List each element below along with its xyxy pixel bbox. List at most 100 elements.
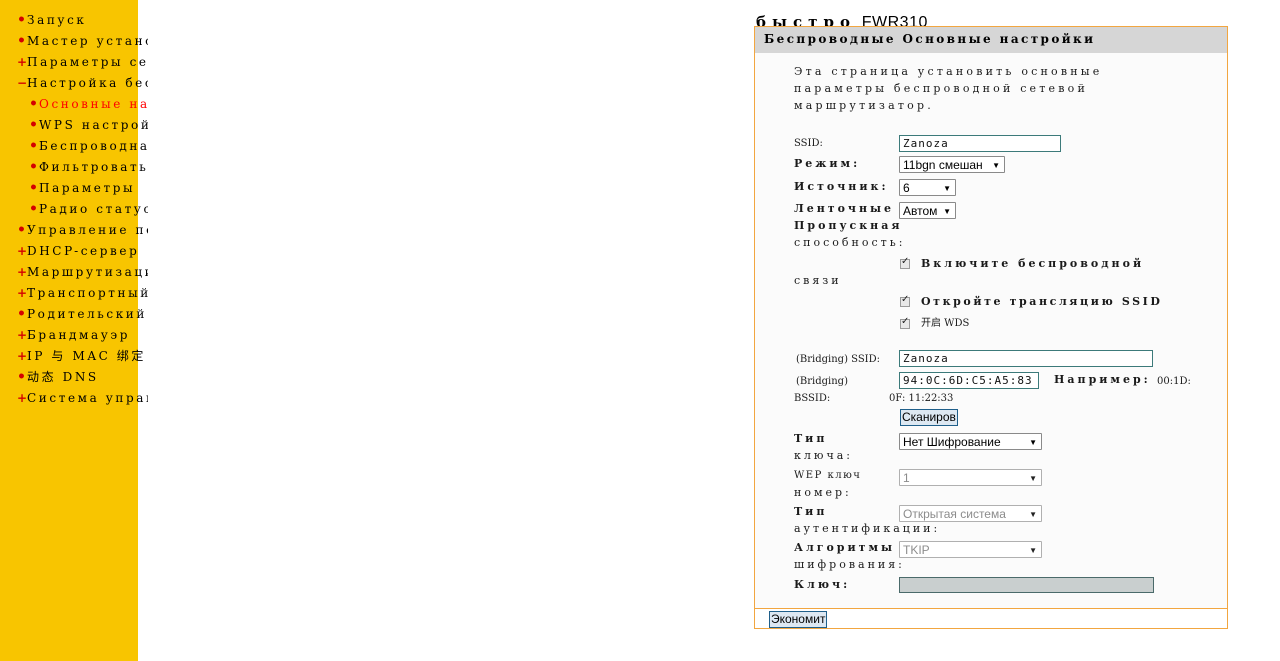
sidebar-item[interactable]: •动态 DNS [17,368,148,389]
sidebar-item-label: IP 与 MAC 绑定 [27,349,146,363]
sidebar-item[interactable]: +Брандмауэр [17,326,148,347]
expand-icon: + [17,286,28,300]
sidebar-item[interactable]: •Запуск [17,11,148,32]
channel-select-value: 6 [903,181,910,195]
intro-line-2: параметры беспроводной сетевой [794,82,1089,95]
sidebar-item-label: Транспортный поток [27,286,148,300]
bullet-icon: • [29,201,38,217]
expand-icon: + [17,265,28,279]
mode-select-value: 11bgn смешан [903,158,983,172]
bandwidth-label-1: Ленточные [794,202,895,215]
key-type-select[interactable]: Нет Шифрование ▼ [899,433,1042,450]
bandwidth-select[interactable]: Автом ▼ [899,202,956,219]
wds-label: 开启 WDS [921,318,970,329]
expand-icon: + [17,349,28,363]
bullet-icon: • [29,138,38,154]
wep-key-select-value: 1 [903,471,910,485]
sidebar-item-label: Радио статус [39,202,148,216]
intro-line-1: Эта страница установить основные [794,65,1103,78]
cipher-select[interactable]: TKIP ▼ [899,541,1042,558]
sidebar-item[interactable]: •Фильтровать MAC [17,158,148,179]
cipher-select-value: TKIP [903,543,930,557]
sidebar-item-label: Родительский контроль [27,307,148,321]
sidebar-item-label: Параметры [39,181,136,195]
channel-label: Источник: [794,180,889,193]
sidebar-item[interactable]: •Параметры [17,179,148,200]
bullet-icon: • [17,306,26,322]
enable-wireless-label-2: связи [794,274,842,287]
sidebar-item-label: WPS настройки [39,118,148,132]
sidebar-item[interactable]: −Настройка беспроводной сети [17,74,148,95]
sidebar-item[interactable]: •Мастер установки [17,32,148,53]
enable-wireless-checkbox[interactable] [900,256,910,269]
enable-wireless-label: Включите беспроводной [921,257,1145,270]
chevron-down-icon: ▼ [943,184,951,193]
sidebar-item-label: Основные настройки [39,97,148,111]
sidebar-item[interactable]: •Управление полосой [17,221,148,242]
mode-select[interactable]: 11bgn смешан ▼ [899,156,1005,173]
panel-body: Эта страница установить основные парамет… [755,53,1227,609]
bullet-icon: • [17,222,26,238]
example-value-2: 0F: 11:22:33 [889,393,954,404]
auth-type-select-value: Открытая система [903,507,1006,521]
sidebar-item[interactable]: +Система управления [17,389,148,410]
sidebar-item-label: Мастер установки [27,34,148,48]
sidebar-item[interactable]: •Основные настройки [17,95,148,116]
chevron-down-icon: ▼ [992,161,1000,170]
channel-select[interactable]: 6 ▼ [899,179,956,196]
auth-type-label-2: аутентификации: [794,522,941,535]
sidebar-item[interactable]: •Беспроводная безопасность [17,137,148,158]
bullet-icon: • [29,180,38,196]
broadcast-ssid-checkbox[interactable] [900,294,910,307]
sidebar-item[interactable]: +DHCP-сервер [17,242,148,263]
key-input[interactable] [899,577,1154,593]
bullet-icon: • [29,117,38,133]
sidebar-item[interactable]: •Родительский контроль [17,305,148,326]
wds-checkbox[interactable] [900,316,910,329]
key-type-select-value: Нет Шифрование [903,435,1001,449]
panel-header: Беспроводные Основные настройки [755,27,1227,53]
sidebar-item[interactable]: •Радио статус [17,200,148,221]
bridge-bssid-label-2: BSSID: [794,393,831,404]
wep-key-select[interactable]: 1 ▼ [899,469,1042,486]
bridge-ssid-input[interactable]: Zanoza [899,350,1153,367]
bridge-bssid-input[interactable]: 94:0C:6D:C5:A5:83 [899,372,1039,389]
bridge-bssid-label-1: (Bridging) [796,376,848,387]
key-type-label-2: ключа: [794,449,853,462]
sidebar-item-label: Беспроводная безопасность [39,139,148,153]
bullet-icon: • [29,96,38,112]
bridge-ssid-label: (Bridging) SSID: [796,354,881,365]
sidebar-item[interactable]: +Маршрутизация [17,263,148,284]
expand-icon: + [17,391,28,405]
scan-button[interactable]: Сканиров [900,409,958,426]
ssid-label: SSID: [794,138,823,149]
cipher-label-1: Алгоритмы [794,541,896,554]
intro-line-3: маршрутизатор. [794,99,934,112]
sidebar-item[interactable]: •WPS настройки [17,116,148,137]
chevron-down-icon: ▼ [1029,546,1037,555]
wep-key-label-2: номер: [794,486,852,499]
chevron-down-icon: ▼ [1029,510,1037,519]
expand-icon: + [17,55,28,69]
example-value-1: 00:1D: [1157,376,1191,387]
mode-label: Режим: [794,157,861,170]
key-type-label-1: Тип [794,432,828,445]
bullet-icon: • [17,12,26,28]
cipher-label-2: шифрования: [794,558,905,571]
sidebar-item-label: Система управления [27,391,148,405]
chevron-down-icon: ▼ [1029,438,1037,447]
bullet-icon: • [29,159,38,175]
sidebar-item[interactable]: +Транспортный поток [17,284,148,305]
bandwidth-label-2: Пропускная [794,219,903,232]
sidebar-item-label: Управление полосой [27,223,148,237]
wep-key-label-1: WEP ключ [794,470,862,481]
key-label: Ключ: [794,578,851,591]
bandwidth-select-value: Автом [903,204,938,218]
ssid-input[interactable]: Zanoza [899,135,1061,152]
auth-type-label-1: Тип [794,505,828,518]
auth-type-select[interactable]: Открытая система ▼ [899,505,1042,522]
save-button[interactable]: Экономит [769,611,828,628]
sidebar-item[interactable]: +IP 与 MAC 绑定 [17,347,148,368]
sidebar-item-label: Параметры сети [27,55,148,69]
sidebar-item[interactable]: +Параметры сети [17,53,148,74]
